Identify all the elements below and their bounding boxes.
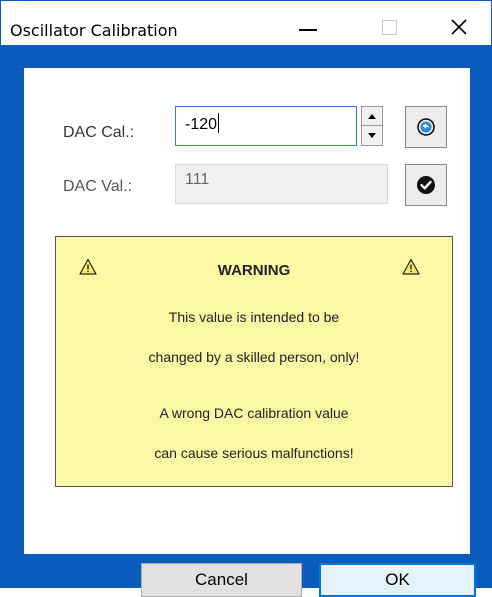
minimize-button[interactable] [282, 9, 334, 45]
warning-line-4: can cause serious malfunctions! [154, 445, 354, 461]
warning-line-2: changed by a skilled person, only! [148, 349, 360, 365]
window-title: Oscillator Calibration [10, 21, 178, 40]
stepper-down-button[interactable] [362, 126, 382, 145]
close-icon [451, 19, 467, 35]
dac-val-label: DAC Val.: [63, 178, 133, 195]
text-caret [218, 113, 220, 133]
dac-cal-stepper[interactable] [361, 106, 383, 146]
reset-icon [417, 118, 435, 136]
check-circle-icon [417, 176, 435, 194]
warning-title: WARNING [217, 262, 291, 279]
maximize-button[interactable] [363, 9, 415, 45]
ok-button[interactable]: OK [319, 563, 476, 597]
dac-val-value: 111 [185, 171, 210, 188]
title-bar[interactable]: Oscillator Calibration [1, 1, 491, 45]
apply-button[interactable] [405, 164, 447, 206]
cancel-button[interactable]: Cancel [141, 563, 302, 597]
dac-val-field: 111 [175, 164, 388, 204]
warning-triangle-icon [402, 258, 420, 275]
dac-cal-input[interactable]: -120 [175, 106, 357, 146]
dac-cal-label: DAC Cal.: [63, 124, 135, 141]
chevron-up-icon [368, 113, 376, 119]
chevron-down-icon [368, 133, 376, 138]
warning-line-1: This value is intended to be [168, 309, 340, 325]
warning-box: WARNING This value is intended to be cha… [55, 236, 453, 487]
content-panel: DAC Cal.: -120 DAC Val.: 111 WARNING Thi… [24, 68, 470, 554]
reset-button[interactable] [405, 106, 447, 148]
maximize-icon [381, 19, 397, 35]
dac-cal-value: -120 [185, 116, 218, 133]
stepper-up-button[interactable] [362, 107, 382, 126]
dialog-window: Oscillator Calibration DAC Cal.: -120 DA… [0, 0, 492, 597]
close-button[interactable] [433, 9, 485, 45]
minimize-icon [299, 29, 317, 31]
warning-line-3: A wrong DAC calibration value [159, 405, 349, 421]
